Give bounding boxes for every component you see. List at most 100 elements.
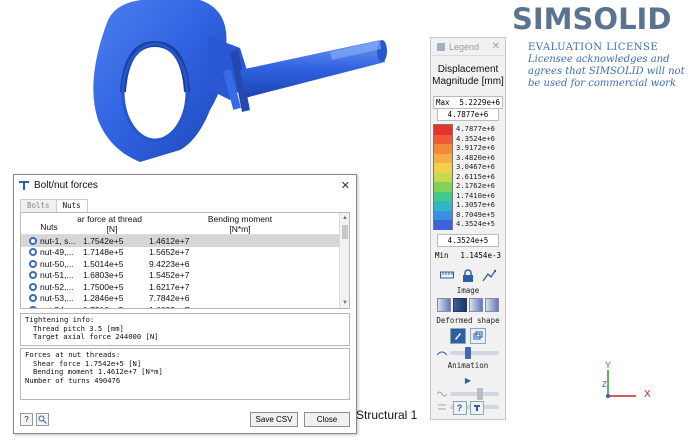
- color-scale: 4.7877e+6 4.3524e+6 3.9172e+6 3.4820e+6 3.04…: [433, 124, 503, 230]
- table-row[interactable]: nut-50,... 1.5014e+5 9.4223e+6: [21, 258, 349, 270]
- color-scale-label: 8.7049e+5: [456, 209, 495, 219]
- table-row[interactable]: nut-54,...1.7318e+51.6092e+7: [21, 304, 349, 308]
- color-scale-label: 2.6115e+6: [456, 171, 495, 181]
- axis-x-label: X: [644, 389, 651, 400]
- axis-z-label: Z: [602, 380, 607, 389]
- legend-bottom-value[interactable]: 4.3524e+5: [437, 234, 499, 247]
- table-row[interactable]: nut-49,... 1.7148e+5 1.5652e+7: [21, 247, 349, 259]
- legend-title-line1: Displacement: [437, 64, 499, 75]
- deformation-scale-row: [437, 347, 499, 359]
- shear-force-cell: 1.7542e+5: [83, 235, 124, 246]
- image-mode-buttons: [431, 298, 505, 312]
- deformed-shape-buttons: [431, 328, 505, 344]
- ruler-icon[interactable]: [440, 268, 455, 282]
- image-mode-1[interactable]: [437, 298, 451, 312]
- column-header-moment-line1: Bending moment: [207, 214, 273, 224]
- image-label: Image: [456, 286, 480, 295]
- color-scale-label: 3.4820e+6: [456, 152, 495, 162]
- dialog-tabs: Bolts Nuts: [20, 199, 350, 212]
- nut-name-cell: nut-53,...: [21, 293, 77, 303]
- legend-close-icon[interactable]: ✕: [492, 41, 500, 52]
- play-icon[interactable]: ▶: [431, 376, 505, 385]
- shear-force-cell: 1.7318e+5: [77, 305, 147, 308]
- tab-nuts[interactable]: Nuts: [55, 199, 88, 212]
- wave-icon: [437, 391, 447, 397]
- simsolid-logo: SIMSOLID: [512, 2, 672, 36]
- evaluation-notice: EVALUATION LICENSE Licensee acknowledges…: [528, 42, 688, 90]
- model-render[interactable]: [80, 0, 400, 180]
- axis-triad: Y X Z: [602, 360, 651, 400]
- image-mode-4[interactable]: [485, 298, 499, 312]
- table-row[interactable]: nut-1, s... 1.7542e+5 1.4612e+7: [21, 235, 349, 247]
- column-header-shear[interactable]: Shear force at thread [N]: [77, 213, 147, 234]
- color-scale-label: 4.3524e+5: [456, 219, 495, 228]
- shear-force-cell: 1.7500e+5: [83, 281, 124, 292]
- number-of-turns-text: Number of turns 490476: [25, 375, 121, 385]
- close-button[interactable]: Close: [304, 411, 350, 427]
- animation-speed-row: [437, 388, 499, 400]
- color-scale-band: [434, 153, 452, 163]
- color-scale-band: [434, 182, 452, 192]
- legend-top-value[interactable]: 4.7877e+6: [437, 109, 499, 121]
- legend-title-line2: Magnitude [mm]: [432, 76, 504, 87]
- simsolid-viewport[interactable]: SIMSOLID EVALUATION LICENSE Licensee ack…: [0, 0, 692, 442]
- table-header: Nuts Shear force at thread [N] Bending m…: [21, 213, 349, 235]
- bending-moment-cell: 1.5452e+7: [149, 270, 190, 281]
- dialog-body: Bolts Nuts Nuts Shear force at thread [N…: [20, 199, 350, 433]
- tab-bolts[interactable]: Bolts: [20, 199, 57, 212]
- nut-name-cell: nut-1, s...: [21, 236, 77, 246]
- scroll-down-icon[interactable]: ▼: [340, 298, 349, 308]
- image-mode-2[interactable]: [453, 298, 467, 312]
- color-scale-label: 1.3057e+6: [456, 200, 495, 209]
- table-scrollbar[interactable]: ▲ ▼: [339, 213, 349, 308]
- table-row[interactable]: nut-53,... 1.2846e+5 7.7842e+6: [21, 293, 349, 305]
- scroll-up-icon[interactable]: ▲: [340, 213, 349, 223]
- column-header-nuts[interactable]: Nuts: [21, 213, 77, 234]
- color-scale-label: 2.1762e+6: [456, 181, 495, 190]
- help-button[interactable]: ?: [452, 401, 467, 415]
- pin-legend-button[interactable]: [469, 401, 484, 415]
- deformed-shape-on-button[interactable]: [450, 328, 466, 344]
- dialog-close-icon[interactable]: ✕: [341, 179, 350, 192]
- legend-title: Displacement Magnitude [mm]: [431, 64, 505, 88]
- nut-forces-table: Nuts Shear force at thread [N] Bending m…: [20, 212, 350, 309]
- color-scale-label: 3.0467e+6: [456, 162, 495, 171]
- scroll-thumb[interactable]: [342, 225, 348, 239]
- legend-min-row: Min 1.1454e-3: [433, 250, 503, 261]
- zoom-to-icon[interactable]: [36, 412, 49, 426]
- nut-icon: [29, 305, 37, 308]
- color-scale-label: 1.7410e+6: [456, 190, 495, 200]
- legend-min-label: Min: [435, 251, 449, 260]
- nut-name-cell: nut-50,...: [21, 259, 77, 269]
- color-scale-band: [434, 172, 452, 182]
- nut-icon: [29, 271, 37, 280]
- column-header-shear-unit: [N]: [106, 224, 118, 234]
- bolt-nut-icon: [18, 179, 30, 191]
- legend-tool-icons: [431, 268, 505, 282]
- image-mode-3[interactable]: [469, 298, 483, 312]
- animation-label: Animation: [447, 361, 489, 370]
- table-row[interactable]: nut-51,... 1.6803e+5 1.5452e+7: [21, 270, 349, 282]
- help-icon[interactable]: ?: [20, 412, 33, 426]
- scale-icon: [437, 351, 447, 356]
- legend-header[interactable]: Legend ✕: [431, 38, 505, 56]
- deformation-scale-slider[interactable]: [450, 347, 499, 359]
- table-row[interactable]: nut-52,... 1.7500e+5 1.6217e+7: [21, 281, 349, 293]
- save-csv-button[interactable]: Save CSV: [250, 411, 298, 427]
- evaluation-title: EVALUATION LICENSE: [528, 42, 659, 53]
- pencil-icon: [455, 333, 461, 340]
- forces-info-panel: Forces at nut threads: Shear force 1.754…: [20, 348, 350, 400]
- column-header-shear-line1: Shear force at thread: [77, 214, 142, 224]
- bending-moment-cell: 1.6092e+7: [147, 305, 333, 308]
- shear-force-cell: 1.7148e+5: [83, 247, 124, 258]
- bending-moment-cell: 9.4223e+6: [149, 258, 190, 269]
- column-header-moment[interactable]: Bending moment [N*m]: [147, 213, 333, 234]
- nut-name-cell: nut-49,...: [21, 247, 77, 257]
- deformed-shape-overlay-button[interactable]: [470, 328, 486, 344]
- animation-speed-slider[interactable]: [450, 388, 499, 400]
- dialog-titlebar[interactable]: Bolt/nut forces ✕: [14, 175, 356, 195]
- color-scale-band: [434, 191, 452, 201]
- dialog-title: Bolt/nut forces: [34, 179, 98, 191]
- probe-icon[interactable]: [482, 268, 496, 282]
- lock-icon[interactable]: [461, 268, 475, 282]
